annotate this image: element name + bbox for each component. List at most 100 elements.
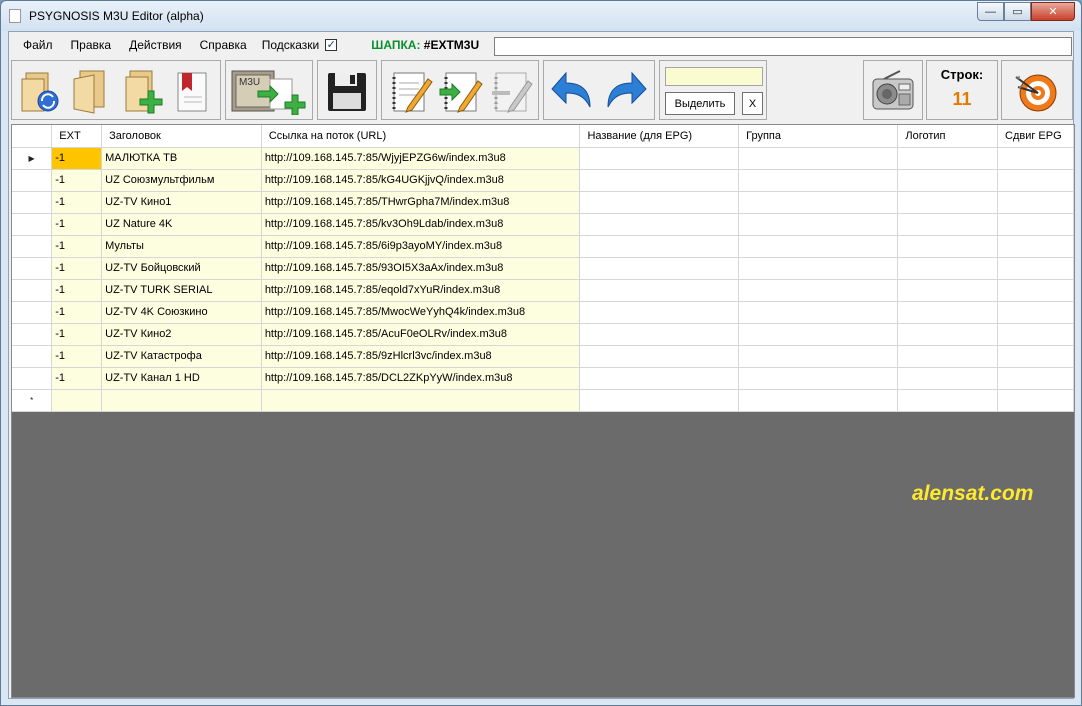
- new-row-cell-group[interactable]: [738, 389, 899, 412]
- table-cell[interactable]: http://109.168.145.7:85/WjyjEPZG6w/index…: [261, 147, 581, 170]
- table-cell[interactable]: [738, 279, 899, 302]
- table-cell[interactable]: -1: [51, 345, 103, 368]
- table-cell[interactable]: [897, 323, 999, 346]
- minimize-button[interactable]: —: [977, 2, 1004, 21]
- table-cell[interactable]: http://109.168.145.7:85/eqold7xYuR/index…: [261, 279, 581, 302]
- table-row[interactable]: -1 UZ-TV 4K Союзкино http://109.168.145.…: [12, 301, 1074, 324]
- row-header[interactable]: [12, 235, 53, 258]
- column-header-group[interactable]: Группа: [738, 125, 899, 148]
- table-cell[interactable]: -1: [51, 257, 103, 280]
- table-cell[interactable]: [738, 367, 899, 390]
- table-cell[interactable]: [897, 345, 999, 368]
- row-header[interactable]: [12, 323, 53, 346]
- row-header[interactable]: [12, 301, 53, 324]
- row-header[interactable]: [12, 345, 53, 368]
- table-cell[interactable]: http://109.168.145.7:85/kG4UGKjjvQ/index…: [261, 169, 581, 192]
- table-cell[interactable]: [579, 191, 740, 214]
- table-cell[interactable]: [997, 169, 1074, 192]
- table-row[interactable]: -1 UZ Nature 4K http://109.168.145.7:85/…: [12, 213, 1074, 236]
- table-cell[interactable]: http://109.168.145.7:85/THwrGpha7M/index…: [261, 191, 581, 214]
- menu-edit[interactable]: Правка: [62, 32, 121, 58]
- new-row-cell-url[interactable]: [261, 389, 581, 412]
- header-input[interactable]: [494, 37, 1072, 56]
- new-row[interactable]: *: [12, 389, 1074, 412]
- new-row-indicator[interactable]: *: [12, 389, 53, 412]
- table-cell[interactable]: [738, 191, 899, 214]
- table-cell[interactable]: [738, 147, 899, 170]
- table-cell[interactable]: [997, 147, 1074, 170]
- remove-notes-icon[interactable]: [488, 67, 534, 115]
- table-cell[interactable]: [897, 235, 999, 258]
- table-cell[interactable]: [997, 323, 1074, 346]
- table-cell[interactable]: [738, 301, 899, 324]
- target-icon[interactable]: [1014, 67, 1060, 115]
- table-cell[interactable]: -1: [51, 323, 103, 346]
- new-row-cell-logo[interactable]: [897, 389, 999, 412]
- table-cell[interactable]: [579, 213, 740, 236]
- table-cell[interactable]: [738, 323, 899, 346]
- table-cell[interactable]: -1: [51, 279, 103, 302]
- table-cell[interactable]: -1: [51, 169, 103, 192]
- column-header-url[interactable]: Ссылка на поток (URL): [261, 125, 581, 148]
- row-header[interactable]: [12, 191, 53, 214]
- menu-file[interactable]: Файл: [9, 32, 62, 58]
- table-cell[interactable]: -1: [51, 147, 103, 170]
- table-cell[interactable]: UZ-TV Кино2: [101, 323, 262, 346]
- bookmark-icon[interactable]: [168, 67, 214, 115]
- save-icon[interactable]: [324, 67, 370, 115]
- add-file-icon[interactable]: [118, 67, 164, 115]
- table-cell[interactable]: [579, 323, 740, 346]
- new-row-cell-title[interactable]: [101, 389, 262, 412]
- table-cell[interactable]: [579, 345, 740, 368]
- title-bar[interactable]: PSYGNOSIS M3U Editor (alpha) — ▭ ✕: [1, 1, 1081, 31]
- table-cell[interactable]: http://109.168.145.7:85/kv3Oh9Ldab/index…: [261, 213, 581, 236]
- undo-icon[interactable]: [550, 67, 596, 115]
- table-cell[interactable]: [738, 235, 899, 258]
- table-cell[interactable]: -1: [51, 235, 103, 258]
- hints-toggle[interactable]: Подсказки ✓: [256, 38, 344, 52]
- insert-notes-icon[interactable]: [438, 67, 484, 115]
- row-header[interactable]: [12, 257, 53, 280]
- table-cell[interactable]: -1: [51, 213, 103, 236]
- table-cell[interactable]: [897, 169, 999, 192]
- table-cell[interactable]: Мульты: [101, 235, 262, 258]
- table-cell[interactable]: -1: [51, 191, 103, 214]
- table-row[interactable]: -1 UZ-TV Кино1 http://109.168.145.7:85/T…: [12, 191, 1074, 214]
- table-cell[interactable]: [997, 279, 1074, 302]
- table-cell[interactable]: [897, 147, 999, 170]
- table-cell[interactable]: [579, 257, 740, 280]
- table-cell[interactable]: [579, 367, 740, 390]
- table-cell[interactable]: [897, 367, 999, 390]
- table-cell[interactable]: [579, 169, 740, 192]
- table-cell[interactable]: [579, 235, 740, 258]
- table-cell[interactable]: UZ-TV Бойцовский: [101, 257, 262, 280]
- table-row[interactable]: -1 UZ-TV Бойцовский http://109.168.145.7…: [12, 257, 1074, 280]
- table-cell[interactable]: [897, 191, 999, 214]
- new-row-cell-ext[interactable]: [51, 389, 103, 412]
- table-row[interactable]: -1 UZ-TV Катастрофа http://109.168.145.7…: [12, 345, 1074, 368]
- table-cell[interactable]: http://109.168.145.7:85/DCL2ZKpYyW/index…: [261, 367, 581, 390]
- row-header[interactable]: [12, 367, 53, 390]
- table-row[interactable]: -1 UZ-TV Канал 1 HD http://109.168.145.7…: [12, 367, 1074, 390]
- table-cell[interactable]: [897, 301, 999, 324]
- table-cell[interactable]: http://109.168.145.7:85/MwocWeYyhQ4k/ind…: [261, 301, 581, 324]
- table-cell[interactable]: [738, 213, 899, 236]
- table-cell[interactable]: UZ-TV TURK SERIAL: [101, 279, 262, 302]
- table-row[interactable]: -1 Мульты http://109.168.145.7:85/6i9p3a…: [12, 235, 1074, 258]
- open-folder-icon[interactable]: [68, 67, 114, 115]
- table-cell[interactable]: [997, 367, 1074, 390]
- column-header-epg-name[interactable]: Название (для EPG): [579, 125, 740, 148]
- table-cell[interactable]: [738, 345, 899, 368]
- table-cell[interactable]: [997, 301, 1074, 324]
- row-header[interactable]: [12, 169, 53, 192]
- row-header[interactable]: [12, 279, 53, 302]
- radio-icon[interactable]: [870, 67, 916, 115]
- table-cell[interactable]: http://109.168.145.7:85/6i9p3ayoMY/index…: [261, 235, 581, 258]
- table-cell[interactable]: UZ Nature 4K: [101, 213, 262, 236]
- table-cell[interactable]: [738, 257, 899, 280]
- table-row[interactable]: -1 UZ-TV TURK SERIAL http://109.168.145.…: [12, 279, 1074, 302]
- search-input[interactable]: [665, 67, 763, 86]
- menu-actions[interactable]: Действия: [120, 32, 191, 58]
- table-cell[interactable]: http://109.168.145.7:85/93OI5X3aAx/index…: [261, 257, 581, 280]
- playlist-grid[interactable]: EXT Заголовок Ссылка на поток (URL) Назв…: [11, 124, 1075, 698]
